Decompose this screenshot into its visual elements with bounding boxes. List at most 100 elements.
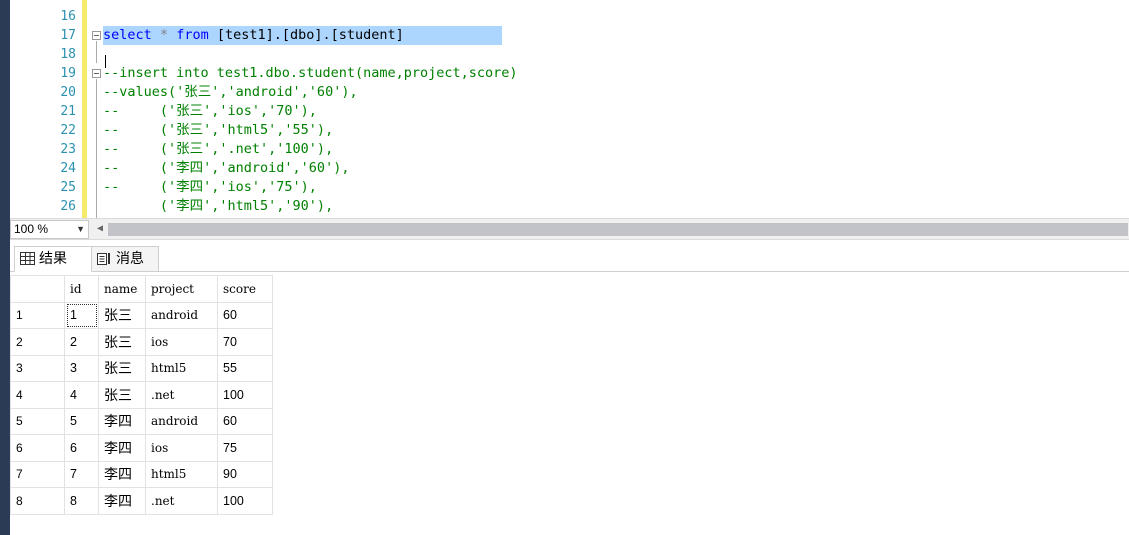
scroll-left-icon[interactable]: ◀	[94, 222, 106, 236]
chevron-down-icon[interactable]: ▼	[76, 221, 85, 238]
cell-project[interactable]: android	[145, 301, 218, 329]
column-header-name[interactable]: name	[98, 275, 146, 303]
cell-name[interactable]: 张三	[98, 381, 146, 409]
line-number: 20	[60, 85, 76, 100]
cell-score[interactable]: 90	[217, 460, 273, 488]
row-number[interactable]: 2	[10, 328, 65, 356]
column-header-score[interactable]: score	[217, 275, 273, 303]
asterisk: *	[159, 27, 169, 43]
column-header-project[interactable]: project	[145, 275, 218, 303]
results-tabs: 结果 消息	[10, 240, 1129, 272]
zoom-select[interactable]: 100 % ▼	[10, 220, 89, 239]
cell-project[interactable]: html5	[145, 354, 218, 382]
line-number: 16	[60, 9, 76, 24]
row-number[interactable]: 4	[10, 381, 65, 409]
change-tracking-bar	[82, 0, 87, 218]
grid-corner[interactable]	[10, 275, 65, 303]
line-number: 26	[60, 199, 76, 214]
table-row[interactable]: 2 2 张三 ios 70	[10, 328, 273, 356]
line-number: 17	[60, 28, 76, 43]
cell-name[interactable]: 李四	[98, 407, 146, 435]
messages-icon	[97, 253, 110, 265]
code-line-comment[interactable]: -- ('张三','html5','55'),	[103, 121, 333, 140]
cell-score[interactable]: 70	[217, 328, 273, 356]
cell-name[interactable]: 李四	[98, 460, 146, 488]
row-number[interactable]: 1	[10, 301, 65, 329]
line-number: 23	[60, 142, 76, 157]
line-number-gutter: 16 17 18 19 20 21 22 23 24 25 26	[10, 0, 80, 218]
window-left-edge	[0, 0, 10, 535]
cell-project[interactable]: android	[145, 407, 218, 435]
line-number: 21	[60, 104, 76, 119]
cell-name[interactable]: 张三	[98, 354, 146, 382]
query-editor[interactable]: 16 17 18 19 20 21 22 23 24 25 26 select …	[10, 0, 1129, 218]
cell-project[interactable]: .net	[145, 487, 218, 515]
code-line-select[interactable]: select * from [test1].[dbo].[student]	[103, 26, 502, 45]
cell-id[interactable]: 2	[64, 328, 99, 356]
row-number[interactable]: 3	[10, 354, 65, 382]
cell-id[interactable]: 6	[64, 434, 99, 462]
horizontal-scrollbar[interactable]	[108, 223, 1128, 236]
tab-results[interactable]: 结果	[14, 246, 92, 272]
cell-score[interactable]: 75	[217, 434, 273, 462]
cell-project[interactable]: .net	[145, 381, 218, 409]
cell-id[interactable]: 5	[64, 407, 99, 435]
cell-id[interactable]: 4	[64, 381, 99, 409]
cell-project[interactable]: ios	[145, 328, 218, 356]
table-row[interactable]: 6 6 李四 ios 75	[10, 434, 273, 462]
row-number[interactable]: 6	[10, 434, 65, 462]
cell-id[interactable]: 8	[64, 487, 99, 515]
code-line-comment[interactable]: -- ('李四','ios','75'),	[103, 178, 317, 197]
cell-id[interactable]: 1	[64, 301, 99, 329]
cell-id[interactable]: 3	[64, 354, 99, 382]
collapse-toggle-icon[interactable]	[92, 31, 101, 40]
code-line-comment[interactable]: --values('张三','android','60'),	[103, 83, 358, 102]
cell-name[interactable]: 张三	[98, 301, 146, 329]
row-number[interactable]: 8	[10, 487, 65, 515]
grid-header-row: id name project score	[10, 275, 273, 303]
table-row[interactable]: 4 4 张三 .net 100	[10, 381, 273, 409]
cell-name[interactable]: 李四	[98, 434, 146, 462]
table-row[interactable]: 1 1 张三 android 60	[10, 301, 273, 329]
code-line-comment[interactable]: -- ('张三','.net','100'),	[103, 140, 333, 159]
cell-project[interactable]: ios	[145, 434, 218, 462]
fold-guide	[96, 41, 97, 63]
collapse-toggle-icon[interactable]	[92, 69, 101, 78]
table-row[interactable]: 5 5 李四 android 60	[10, 407, 273, 435]
cell-score[interactable]: 60	[217, 407, 273, 435]
cell-name[interactable]: 张三	[98, 328, 146, 356]
results-pane: 结果 消息 id name project score 1 1 张三 andro…	[10, 240, 1129, 535]
grid-icon	[20, 252, 35, 265]
table-row[interactable]: 8 8 李四 .net 100	[10, 487, 273, 515]
cell-score[interactable]: 100	[217, 487, 273, 515]
tab-results-label: 结果	[39, 251, 67, 267]
cell-id[interactable]: 7	[64, 460, 99, 488]
code-line-comment[interactable]: ('李四','html5','90'),	[103, 197, 333, 216]
line-number: 18	[60, 47, 76, 62]
results-grid[interactable]: id name project score 1 1 张三 android 60 …	[10, 275, 273, 515]
code-line-comment[interactable]: -- ('张三','ios','70'),	[103, 102, 317, 121]
fold-guide	[96, 79, 97, 218]
row-number[interactable]: 5	[10, 407, 65, 435]
line-number: 19	[60, 66, 76, 81]
line-number: 25	[60, 180, 76, 195]
cell-name[interactable]: 李四	[98, 487, 146, 515]
keyword-select: select	[103, 27, 152, 43]
cell-score[interactable]: 55	[217, 354, 273, 382]
cell-score[interactable]: 60	[217, 301, 273, 329]
table-row[interactable]: 7 7 李四 html5 90	[10, 460, 273, 488]
table-row[interactable]: 3 3 张三 html5 55	[10, 354, 273, 382]
row-number[interactable]: 7	[10, 460, 65, 488]
tab-messages[interactable]: 消息	[91, 246, 159, 271]
keyword-from: from	[176, 27, 209, 43]
cell-score[interactable]: 100	[217, 381, 273, 409]
column-header-id[interactable]: id	[64, 275, 99, 303]
table-identifier: [test1].[dbo].[student]	[208, 27, 404, 43]
code-line-comment[interactable]: -- ('李四','android','60'),	[103, 159, 349, 178]
line-number: 22	[60, 123, 76, 138]
zoom-value: 100 %	[14, 222, 49, 236]
editor-status-bar: 100 % ▼ ◀	[10, 218, 1129, 240]
code-line-comment[interactable]: --insert into test1.dbo.student(name,pro…	[103, 64, 518, 83]
cell-project[interactable]: html5	[145, 460, 218, 488]
line-number: 24	[60, 161, 76, 176]
